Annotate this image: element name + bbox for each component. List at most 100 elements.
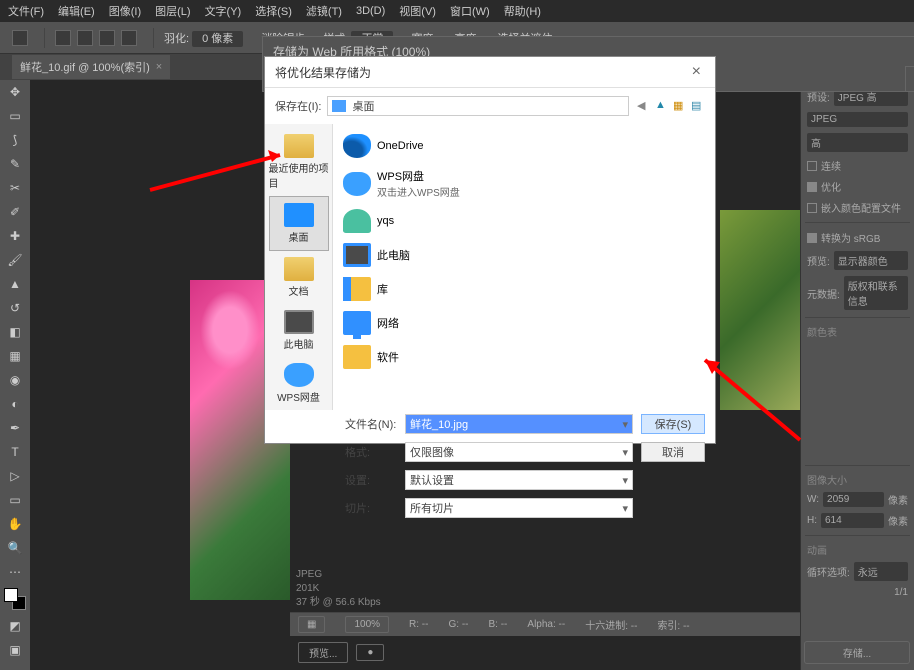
network-icon — [343, 311, 371, 335]
view-icon[interactable]: ▤ — [691, 99, 705, 113]
learn-more-tab[interactable]: 了解更多 — [905, 66, 914, 91]
loop-select[interactable]: 永远 — [854, 562, 908, 581]
progressive-check[interactable] — [807, 161, 817, 171]
save-in-label: 保存在(I): — [275, 98, 321, 114]
file-item-lib[interactable]: 库 — [341, 275, 511, 303]
frame-indicator: 1/1 — [894, 587, 908, 598]
menu-type[interactable]: 文字(Y) — [205, 3, 242, 19]
dodge-tool[interactable]: ◐ — [0, 392, 30, 416]
selection-sub-icon[interactable] — [99, 30, 115, 46]
quickmask-tool[interactable]: ◩ — [0, 614, 30, 638]
zoom-select[interactable]: 100% — [345, 616, 389, 633]
sidebar-item-docs[interactable]: 文档 — [269, 251, 329, 304]
gradient-tool[interactable]: ▦ — [0, 344, 30, 368]
format-select[interactable]: JPEG — [807, 112, 908, 127]
slice-select[interactable]: 所有切片 — [405, 498, 633, 518]
back-icon[interactable]: ◀ — [637, 99, 651, 113]
type-tool[interactable]: T — [0, 440, 30, 464]
quality-select[interactable]: 高 — [807, 133, 908, 152]
preview-button[interactable]: 预览... — [298, 642, 348, 663]
desktop-icon — [332, 100, 346, 112]
quick-select-tool[interactable]: ✎ — [0, 152, 30, 176]
selection-intersect-icon[interactable] — [121, 30, 137, 46]
healing-tool[interactable]: ✚ — [0, 224, 30, 248]
history-brush-tool[interactable]: ↺ — [0, 296, 30, 320]
settings-select[interactable]: 默认设置 — [405, 470, 633, 490]
eyedropper-tool[interactable]: ✐ — [0, 200, 30, 224]
close-dialog-icon[interactable]: × — [688, 63, 705, 81]
edit-toolbar[interactable]: ⋯ — [0, 560, 30, 584]
path-select-tool[interactable]: ▷ — [0, 464, 30, 488]
marquee-tool-icon[interactable] — [12, 30, 28, 46]
height-input[interactable]: 614 — [821, 513, 884, 528]
selection-new-icon[interactable] — [55, 30, 71, 46]
metadata-select[interactable]: 版权和联系信息 — [844, 276, 908, 310]
menu-file[interactable]: 文件(F) — [8, 3, 44, 19]
folder-icon — [343, 345, 371, 369]
embed-profile-check[interactable] — [807, 203, 817, 213]
loop-label: 循环选项: — [807, 564, 850, 579]
crop-tool[interactable]: ✂ — [0, 176, 30, 200]
width-input[interactable]: 2059 — [823, 492, 884, 507]
up-icon[interactable]: ▲ — [655, 99, 669, 113]
sidebar-item-pc[interactable]: 此电脑 — [269, 304, 329, 357]
pen-tool[interactable]: ✒ — [0, 416, 30, 440]
save-button[interactable]: 保存(S) — [641, 414, 705, 434]
move-tool[interactable]: ✥ — [0, 80, 30, 104]
file-item-wps[interactable]: WPS网盘双击进入WPS网盘 — [341, 166, 511, 201]
lasso-tool[interactable]: ⟆ — [0, 128, 30, 152]
marquee-tool[interactable]: ▭ — [0, 104, 30, 128]
browser-select[interactable]: ● — [356, 644, 384, 661]
zoom-tool[interactable]: 🔍 — [0, 536, 30, 560]
format-select[interactable]: 仅限图像 — [405, 442, 633, 462]
file-item-yqs[interactable]: yqs — [341, 207, 511, 235]
sidebar-item-history[interactable]: 最近使用的项目 — [269, 128, 329, 196]
filename-input[interactable]: 鲜花_10.jpg — [405, 414, 633, 434]
shape-tool[interactable]: ▭ — [0, 488, 30, 512]
format-row: 格式: 仅限图像 取消 — [265, 438, 715, 466]
document-tab[interactable]: 鲜花_10.gif @ 100%(索引) × — [12, 55, 170, 79]
cancel-button[interactable]: 取消 — [641, 442, 705, 462]
file-item-thispc[interactable]: 此电脑 — [341, 241, 511, 269]
menu-bar: 文件(F) 编辑(E) 图像(I) 图层(L) 文字(Y) 选择(S) 滤镜(T… — [0, 0, 914, 22]
menu-image[interactable]: 图像(I) — [109, 3, 141, 19]
filename-label: 文件名(N): — [345, 416, 405, 432]
menu-select[interactable]: 选择(S) — [255, 3, 292, 19]
tools-panel: ✥ ▭ ⟆ ✎ ✂ ✐ ✚ 🖌 ▲ ↺ ◧ ▦ ◉ ◐ ✒ T ▷ ▭ ✋ 🔍 … — [0, 80, 30, 662]
sidebar-item-wps[interactable]: WPS网盘 — [269, 357, 329, 410]
blur-tool[interactable]: ◉ — [0, 368, 30, 392]
file-item-network[interactable]: 网络 — [341, 309, 511, 337]
menu-help[interactable]: 帮助(H) — [504, 3, 541, 19]
brush-tool[interactable]: 🖌 — [0, 248, 30, 272]
preview-select[interactable]: 显示器颜色 — [834, 251, 908, 270]
sidebar-item-desktop[interactable]: 桌面 — [269, 196, 329, 251]
menu-layer[interactable]: 图层(L) — [155, 3, 190, 19]
convert-srgb-check[interactable] — [807, 233, 817, 243]
image-size-label: 图像大小 — [805, 470, 910, 489]
store-button[interactable]: 存储... — [804, 641, 910, 664]
menu-edit[interactable]: 编辑(E) — [58, 3, 95, 19]
settings-row: 设置: 默认设置 — [265, 466, 715, 494]
screenmode-tool[interactable]: ▣ — [0, 638, 30, 662]
file-item-software[interactable]: 软件 — [341, 343, 511, 371]
menu-view[interactable]: 视图(V) — [399, 3, 436, 19]
history-icon — [284, 134, 314, 158]
hand-tool[interactable]: ✋ — [0, 512, 30, 536]
hex-value: 十六进制: -- — [585, 617, 637, 632]
menu-3d[interactable]: 3D(D) — [356, 5, 385, 17]
stamp-tool[interactable]: ▲ — [0, 272, 30, 296]
eraser-tool[interactable]: ◧ — [0, 320, 30, 344]
color-swatches[interactable] — [4, 588, 26, 610]
selection-add-icon[interactable] — [77, 30, 93, 46]
menu-filter[interactable]: 滤镜(T) — [306, 3, 342, 19]
menu-window[interactable]: 窗口(W) — [450, 3, 490, 19]
foreground-color[interactable] — [4, 588, 18, 602]
file-item-onedrive[interactable]: OneDrive — [341, 132, 511, 160]
view-mode-icon[interactable]: ▦ — [298, 616, 325, 633]
save-in-combo[interactable]: 桌面 — [327, 96, 629, 116]
dialog-bottom-buttons: 预览... ● — [290, 640, 800, 664]
dialog-title: 将优化结果存储为 — [275, 64, 371, 81]
optimized-check[interactable] — [807, 182, 817, 192]
close-tab-icon[interactable]: × — [156, 61, 162, 73]
new-folder-icon[interactable]: ▦ — [673, 99, 687, 113]
